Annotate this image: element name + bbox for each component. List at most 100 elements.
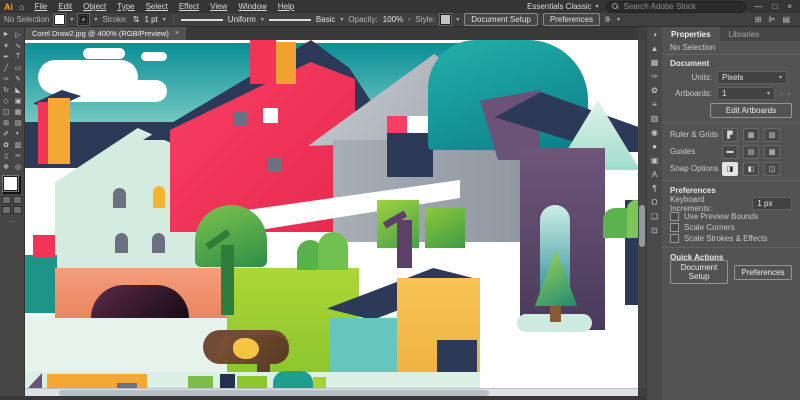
width-tool[interactable]: ◇ bbox=[0, 95, 12, 106]
layers-panel-icon[interactable]: ❏ bbox=[651, 212, 658, 222]
vertical-scroll-thumb[interactable] bbox=[639, 205, 645, 247]
menu-select[interactable]: Select bbox=[146, 2, 168, 11]
magic-wand-tool[interactable]: ✶ bbox=[0, 40, 12, 51]
lasso-tool[interactable]: ∿ bbox=[12, 40, 24, 51]
artboards-panel-icon[interactable]: ⊡ bbox=[651, 226, 658, 236]
mesh-tool[interactable]: ⊞ bbox=[0, 117, 12, 128]
toolbar-ellipsis[interactable]: … bbox=[0, 217, 24, 224]
fill-stroke-indicator[interactable] bbox=[3, 176, 21, 194]
line-segment-tool[interactable]: ╱ bbox=[0, 62, 12, 73]
opentype-panel-icon[interactable]: O bbox=[651, 198, 657, 208]
paintbrush-tool[interactable]: ✑ bbox=[0, 73, 12, 84]
appearance-panel-icon[interactable]: ● bbox=[652, 142, 657, 152]
draw-normal-button[interactable] bbox=[2, 206, 11, 214]
menu-file[interactable]: File bbox=[34, 2, 47, 11]
stroke-panel-icon[interactable]: ≡ bbox=[652, 100, 657, 110]
brush-dropdown[interactable]: Basic bbox=[316, 15, 336, 24]
show-rulers-button[interactable]: ▛ bbox=[722, 128, 738, 142]
draw-behind-button[interactable] bbox=[13, 206, 22, 214]
stroke-weight-stepper[interactable]: ⇅ bbox=[133, 15, 140, 24]
symbols-panel-icon[interactable]: ✿ bbox=[651, 86, 658, 96]
quick-preferences-button[interactable]: Preferences bbox=[734, 265, 792, 280]
style-swatch[interactable] bbox=[440, 14, 451, 25]
chevron-down-icon[interactable]: ▾ bbox=[261, 16, 264, 23]
color-panel-icon[interactable]: ◑ bbox=[652, 30, 657, 40]
artboard-tool[interactable]: ▯ bbox=[0, 150, 12, 161]
stroke-weight-value[interactable]: 1 pt bbox=[144, 15, 157, 24]
menu-view[interactable]: View bbox=[210, 2, 227, 11]
fill-swatch[interactable] bbox=[3, 176, 18, 191]
menu-window[interactable]: Window bbox=[238, 2, 266, 11]
vertical-scrollbar[interactable] bbox=[638, 40, 646, 388]
scale-corners-checkbox[interactable] bbox=[670, 223, 679, 232]
menu-help[interactable]: Help bbox=[278, 2, 294, 11]
rotate-tool[interactable]: ↻ bbox=[0, 84, 12, 95]
width-profile-dropdown[interactable]: Uniform bbox=[228, 15, 256, 24]
character-panel-icon[interactable]: A bbox=[652, 170, 657, 180]
maximize-button[interactable]: □ bbox=[772, 2, 777, 11]
horizontal-scrollbar[interactable] bbox=[25, 388, 638, 396]
smart-guides-button[interactable]: ▩ bbox=[764, 145, 780, 159]
preferences-button[interactable]: Preferences bbox=[543, 13, 600, 26]
chevron-down-icon[interactable]: ▾ bbox=[456, 16, 459, 23]
menu-edit[interactable]: Edit bbox=[58, 2, 72, 11]
chevron-down-icon[interactable]: ▾ bbox=[70, 16, 73, 23]
pen-tool[interactable]: ✒ bbox=[0, 51, 12, 62]
snap-to-grid-button[interactable]: ◨ bbox=[722, 162, 738, 176]
chevron-down-icon[interactable]: ▾ bbox=[340, 16, 343, 23]
brushes-panel-icon[interactable]: ✑ bbox=[651, 72, 658, 82]
close-icon[interactable]: × bbox=[175, 30, 179, 37]
home-icon[interactable]: ⌂ bbox=[19, 2, 24, 12]
quick-document-setup-button[interactable]: Document Setup bbox=[670, 260, 728, 284]
lock-guides-button[interactable]: ▤ bbox=[743, 145, 759, 159]
selection-tool[interactable]: ► bbox=[0, 29, 12, 40]
zoom-tool[interactable]: ◎ bbox=[12, 161, 24, 172]
chevron-down-icon[interactable]: ▾ bbox=[94, 16, 97, 23]
color-guide-panel-icon[interactable]: ▲ bbox=[651, 44, 659, 54]
fill-color-swatch[interactable] bbox=[54, 14, 65, 25]
gradient-button[interactable] bbox=[13, 196, 22, 204]
chevron-down-icon[interactable]: ▾ bbox=[163, 16, 166, 23]
snap-to-pixel-button[interactable]: ◧ bbox=[743, 162, 759, 176]
artboard-prev-icon[interactable]: ‹ bbox=[780, 89, 783, 98]
symbol-sprayer-tool[interactable]: ✿ bbox=[0, 139, 12, 150]
menu-object[interactable]: Object bbox=[83, 2, 106, 11]
close-button[interactable]: × bbox=[787, 2, 792, 11]
keyboard-increments-input[interactable]: 1 px bbox=[752, 197, 792, 210]
arrange-icon[interactable]: ⊞ bbox=[755, 15, 762, 24]
use-preview-bounds-checkbox[interactable] bbox=[670, 212, 679, 221]
dock-icon[interactable]: ⊫ bbox=[768, 15, 775, 24]
canvas-artboard[interactable] bbox=[25, 40, 638, 388]
align-options-icon[interactable]: ⊪ bbox=[605, 15, 612, 24]
scale-tool[interactable]: ◣ bbox=[12, 84, 24, 95]
opacity-expand-icon[interactable]: › bbox=[408, 17, 410, 23]
shape-builder-tool[interactable]: ◫ bbox=[0, 106, 12, 117]
minimize-button[interactable]: — bbox=[754, 2, 762, 11]
direct-selection-tool[interactable]: ▷ bbox=[12, 29, 24, 40]
swatches-panel-icon[interactable]: ▦ bbox=[651, 58, 659, 68]
perspective-grid-tool[interactable]: ▦ bbox=[12, 106, 24, 117]
tab-properties[interactable]: Properties bbox=[662, 27, 720, 41]
gradient-panel-icon[interactable]: ▥ bbox=[651, 114, 659, 124]
graphic-styles-panel-icon[interactable]: ▣ bbox=[651, 156, 659, 166]
panel-menu-icon[interactable]: ▤ bbox=[782, 15, 790, 24]
paragraph-panel-icon[interactable]: ¶ bbox=[652, 184, 656, 194]
blend-tool[interactable]: ◐ bbox=[12, 128, 24, 139]
type-tool[interactable]: T bbox=[12, 51, 24, 62]
artboard-next-icon[interactable]: › bbox=[788, 89, 791, 98]
pencil-tool[interactable]: ✎ bbox=[12, 73, 24, 84]
eyedropper-tool[interactable]: ✐ bbox=[0, 128, 12, 139]
search-input[interactable]: Search Adobe Stock bbox=[606, 1, 746, 13]
menu-effect[interactable]: Effect bbox=[179, 2, 199, 11]
artboards-select[interactable]: 1 ▾ bbox=[717, 87, 775, 100]
show-guides-button[interactable]: ▬ bbox=[722, 145, 738, 159]
show-transparency-grid-button[interactable]: ▨ bbox=[764, 128, 780, 142]
edit-artboards-button[interactable]: Edit Artboards bbox=[710, 103, 792, 118]
stroke-color-swatch[interactable] bbox=[78, 14, 89, 25]
gradient-tool[interactable]: ▤ bbox=[12, 117, 24, 128]
units-select[interactable]: Pixels ▾ bbox=[717, 71, 787, 84]
workspace-switcher[interactable]: Essentials Classic ▾ bbox=[527, 2, 598, 11]
transparency-panel-icon[interactable]: ◉ bbox=[651, 128, 658, 138]
document-tab[interactable]: Corel Draw2.jpg @ 400% (RGB/Preview) × bbox=[25, 27, 186, 40]
show-grid-button[interactable]: ▦ bbox=[743, 128, 759, 142]
